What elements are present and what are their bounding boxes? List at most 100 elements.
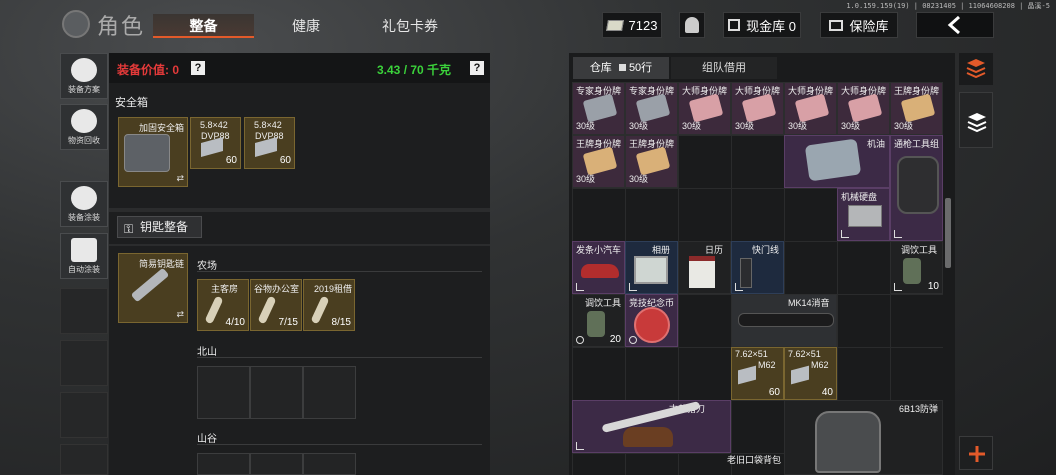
empty-nav-slot <box>60 444 108 475</box>
ammo-count: 60 <box>225 155 237 166</box>
help-icon[interactable]: ? <box>470 61 484 75</box>
bag-item-name: 老旧口袋背包 <box>727 455 782 465</box>
photo-album-item[interactable]: 相册 <box>625 241 678 294</box>
tab-equip[interactable]: 整备 <box>153 14 254 38</box>
key-image <box>257 295 277 325</box>
stash-button[interactable] <box>959 92 993 148</box>
ammo-box-image <box>791 365 809 385</box>
empty-key-slot[interactable] <box>250 453 303 475</box>
dogtag-item[interactable]: 大师身份牌 30级 <box>731 82 784 135</box>
tab-warehouse[interactable]: 仓库 50行 <box>573 57 669 79</box>
item-level: 30级 <box>576 121 596 131</box>
oil-item[interactable]: 机油 <box>784 135 890 188</box>
inspect-icon <box>894 230 902 238</box>
area-farm-title: 农场 <box>197 261 217 272</box>
inventory-scrollbar[interactable] <box>945 198 951 268</box>
gun-kit-image <box>897 156 939 214</box>
coin-item[interactable]: 竞技纪念币 <box>625 294 678 347</box>
tab-gift-cards[interactable]: 礼包卡券 <box>370 14 450 38</box>
key-name: 2019租借 <box>314 284 353 294</box>
empty-key-slot[interactable] <box>197 366 250 419</box>
vault-button[interactable]: 保险库 <box>820 12 898 38</box>
tab-health[interactable]: 健康 <box>270 14 342 38</box>
item-name: 大师身份牌 <box>682 86 728 96</box>
dogtag-item[interactable]: 专家身份牌 30级 <box>625 82 678 135</box>
key-uses: 8/15 <box>331 317 351 328</box>
item-name: MK14消音 <box>788 298 830 308</box>
ammo-762-item[interactable]: 7.62×51 M62 40 <box>784 347 837 400</box>
gun-kit-item[interactable]: 通枪工具组 <box>890 135 943 241</box>
loadout-icon <box>71 58 97 82</box>
keychain-image <box>130 267 170 303</box>
recycle-label: 物资回收 <box>68 136 100 145</box>
dogtag-item[interactable]: 大师身份牌 30级 <box>678 82 731 135</box>
armor-item[interactable]: 6B13防弹 <box>784 400 943 475</box>
item-name: 通枪工具组 <box>894 139 940 149</box>
ammo-type: M62 <box>758 360 776 370</box>
sort-button[interactable] <box>959 53 993 85</box>
tab-warehouse-label: 仓库 <box>589 62 612 74</box>
trader-icon <box>685 17 699 33</box>
dogtag-item[interactable]: 大师身份牌 30级 <box>784 82 837 135</box>
divider <box>197 357 482 358</box>
cooking-tool-item[interactable]: 调饮工具 10 <box>890 241 943 294</box>
empty-key-slot[interactable] <box>303 366 356 419</box>
ammo-type: M62 <box>811 360 829 370</box>
dogtag-item[interactable]: 王牌身份牌 30级 <box>572 135 625 188</box>
calendar-item[interactable]: 日历 <box>678 241 731 294</box>
safebox-slot[interactable]: 加固安全箱 ⇄ <box>118 117 188 187</box>
key-slot[interactable]: 谷物办公室 7/15 <box>250 279 302 331</box>
paint-button[interactable]: 装备涂装 <box>60 181 108 227</box>
item-name: 大师身份牌 <box>788 86 834 96</box>
ammo-name: 5.8×42 <box>254 120 282 130</box>
cooking-tool-item[interactable]: 调饮工具 20 <box>572 294 625 347</box>
item-name: 专家身份牌 <box>576 86 622 96</box>
dogtag-item[interactable]: 专家身份牌 30级 <box>572 82 625 135</box>
item-count: 10 <box>927 281 939 292</box>
swap-icon: ⇄ <box>176 309 184 319</box>
recycle-icon <box>71 109 97 133</box>
vault-icon <box>829 19 844 31</box>
key-uses: 4/10 <box>225 317 245 328</box>
loadout-plan-button[interactable]: 装备方案 <box>60 53 108 99</box>
silencer-item[interactable]: MK14消音 <box>731 294 837 347</box>
ammo-762-item[interactable]: 7.62×51 M62 60 <box>731 347 784 400</box>
item-name: 日历 <box>705 245 724 255</box>
row-count: 50行 <box>628 62 653 74</box>
keychain-slot[interactable]: 简易钥匙链 ⇄ <box>118 253 188 323</box>
safebox-image <box>124 134 170 172</box>
recycle-button[interactable]: 物资回收 <box>60 104 108 150</box>
help-icon[interactable]: ? <box>191 61 205 75</box>
item-name: 快门线 <box>752 245 780 255</box>
tab-team-borrow[interactable]: 组队借用 <box>671 57 777 79</box>
empty-key-slot[interactable] <box>250 366 303 419</box>
ammo-slot[interactable]: 5.8×42 DVP88 60 <box>190 117 241 169</box>
dogtag-item[interactable]: 大师身份牌 30级 <box>837 82 890 135</box>
money-display[interactable]: 7123 <box>602 12 662 38</box>
toy-car-item[interactable]: 发条小汽车 <box>572 241 625 294</box>
key-setup-label: 钥匙整备 <box>140 220 189 234</box>
shutter-cable-item[interactable]: 快门线 <box>731 241 784 294</box>
back-button[interactable] <box>916 12 994 38</box>
hdd-item[interactable]: 机械硬盘 <box>837 188 890 241</box>
key-slot[interactable]: 2019租借 8/15 <box>303 279 355 331</box>
empty-key-slot[interactable] <box>197 453 250 475</box>
add-button[interactable] <box>959 436 993 470</box>
ammo-box-image <box>738 365 756 385</box>
auto-paint-button[interactable]: 自动涂装 <box>60 233 108 279</box>
swap-icon: ⇄ <box>176 173 184 183</box>
item-level: 30级 <box>629 174 649 184</box>
key-setup-button[interactable]: ⚿ 钥匙整备 <box>117 216 202 238</box>
empty-key-slot[interactable] <box>303 453 356 475</box>
knife-item[interactable]: 古董猎刀 <box>572 400 731 453</box>
ammo-slot[interactable]: 5.8×42 DVP88 60 <box>244 117 295 169</box>
calendar-image <box>689 256 715 288</box>
item-level: 30级 <box>894 121 914 131</box>
cash-storage-button[interactable]: 现金库 0 <box>723 12 801 38</box>
back-arrow-icon <box>947 16 960 34</box>
divider <box>197 444 482 445</box>
dogtag-item[interactable]: 王牌身份牌 30级 <box>625 135 678 188</box>
dogtag-item[interactable]: 王牌身份牌 30级 <box>890 82 943 135</box>
trader-button[interactable] <box>679 12 705 38</box>
key-slot[interactable]: 主客房 4/10 <box>197 279 249 331</box>
